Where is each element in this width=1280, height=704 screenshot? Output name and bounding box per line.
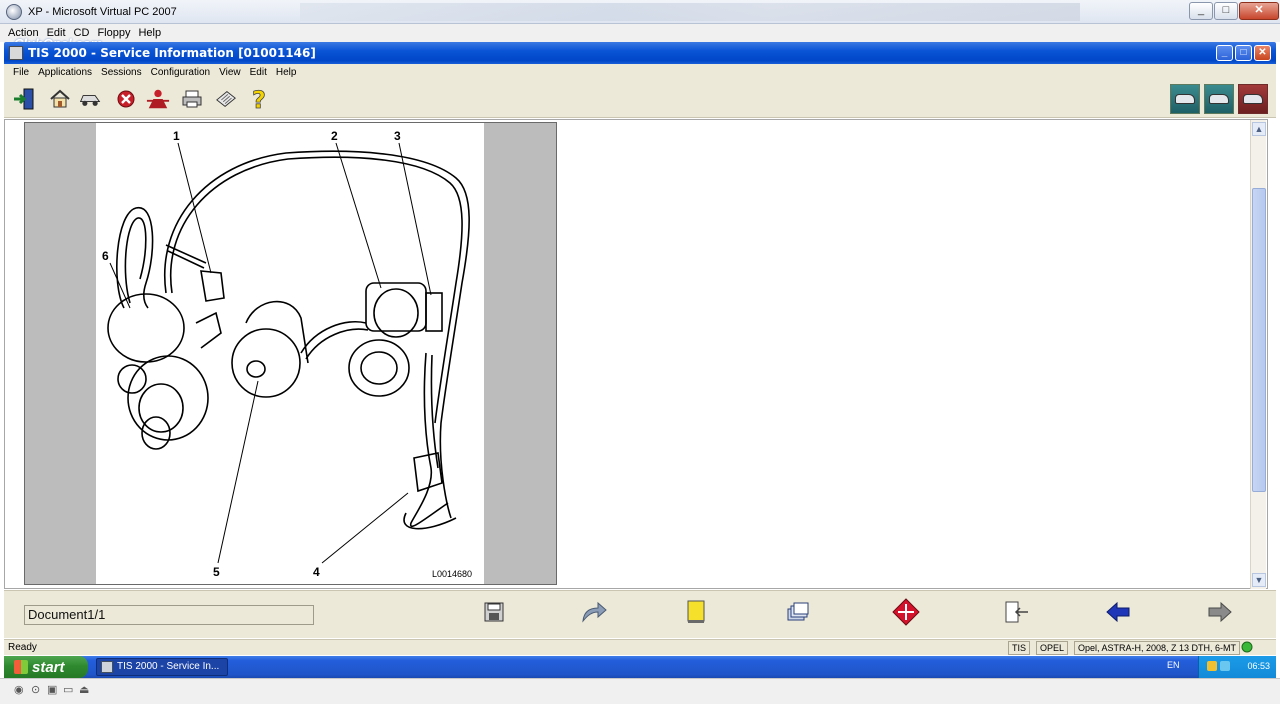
status-vehicle: Opel, ASTRA-H, 2008, Z 13 DTH, 6-MT bbox=[1074, 641, 1241, 655]
print-icon[interactable] bbox=[180, 87, 204, 111]
tis-app-icon bbox=[9, 46, 23, 60]
start-label: start bbox=[32, 658, 65, 676]
menu-view[interactable]: View bbox=[219, 67, 241, 78]
exit-doc-icon bbox=[1002, 598, 1030, 626]
disk-icon[interactable]: ⊙ bbox=[31, 684, 43, 696]
diagram-label-3: 3 bbox=[394, 129, 401, 143]
cd-icon[interactable]: ◉ bbox=[14, 684, 26, 696]
taskbar-item-label: TIS 2000 - Service In... bbox=[117, 661, 220, 672]
tray-network-icon[interactable] bbox=[1207, 661, 1217, 671]
next-button[interactable] bbox=[1190, 598, 1250, 634]
minimize-button[interactable]: _ bbox=[1189, 2, 1213, 20]
person-icon[interactable] bbox=[146, 87, 170, 111]
language-indicator[interactable]: EN bbox=[1167, 660, 1180, 670]
note-icon bbox=[682, 598, 710, 626]
status-bar: Ready TIS OPEL Opel, ASTRA-H, 2008, Z 13… bbox=[4, 639, 1276, 655]
guide-button[interactable] bbox=[876, 598, 936, 634]
clock: 06:53 bbox=[1247, 661, 1270, 671]
diagram-label-5: 5 bbox=[213, 565, 220, 579]
connection-status-icon bbox=[1238, 641, 1256, 655]
status-ready: Ready bbox=[8, 642, 37, 653]
tray-security-icon[interactable] bbox=[1220, 661, 1230, 671]
document-nav-bar: Document1/1 bbox=[4, 590, 1276, 638]
guide-icon bbox=[892, 598, 920, 626]
svg-text:?: ? bbox=[252, 87, 266, 111]
diagram-reference: L0014680 bbox=[432, 569, 472, 579]
tis-title-bar: TIS 2000 - Service Information [01001146… bbox=[4, 42, 1276, 64]
documents-icon bbox=[784, 598, 812, 626]
exit-doc-button[interactable] bbox=[986, 598, 1046, 634]
tis-window-title: TIS 2000 - Service Information [01001146… bbox=[28, 46, 316, 60]
vpc-title-bar: XP - Microsoft Virtual PC 2007 _ □ ✕ bbox=[0, 0, 1280, 24]
note-button[interactable] bbox=[666, 598, 726, 634]
scroll-down-icon[interactable]: ▼ bbox=[1252, 573, 1266, 587]
tis-minimize-button[interactable]: _ bbox=[1216, 45, 1233, 61]
save-icon bbox=[480, 598, 508, 626]
taskbar-item-tis[interactable]: TIS 2000 - Service In... bbox=[96, 658, 228, 676]
menu-edit-tis[interactable]: Edit bbox=[250, 67, 267, 78]
close-button[interactable]: ✕ bbox=[1239, 2, 1279, 20]
documents-button[interactable] bbox=[768, 598, 828, 634]
engine-component-diagram: 1 2 3 4 5 6 L0014680 bbox=[102, 129, 472, 579]
back-button[interactable] bbox=[1088, 598, 1148, 634]
help-icon[interactable]: ? bbox=[248, 87, 272, 111]
network-icon[interactable]: ⏏ bbox=[79, 684, 91, 696]
menu-help-tis[interactable]: Help bbox=[276, 67, 297, 78]
start-button[interactable]: start bbox=[4, 656, 88, 678]
virtual-pc-icon bbox=[6, 3, 22, 20]
vpc-menu-bar: Action Edit CD Floppy Help ClubOpel.com bbox=[0, 24, 1280, 51]
home-icon[interactable] bbox=[48, 87, 72, 111]
next-arrow-icon bbox=[1206, 598, 1234, 626]
vpc-status-bar: ◉ ⊙ ▣ ▭ ⏏ bbox=[0, 678, 1280, 704]
tis-menu-bar: File Applications Sessions Configuration… bbox=[4, 64, 1276, 80]
vehicle-icon[interactable] bbox=[78, 87, 102, 111]
vehicle-info-icon[interactable] bbox=[1204, 84, 1234, 114]
save-button[interactable] bbox=[464, 598, 524, 634]
vertical-scrollbar[interactable]: ▲ ▼ bbox=[1250, 120, 1266, 589]
diagnostics-icon[interactable] bbox=[1238, 84, 1268, 114]
vehicle-selection-icon[interactable] bbox=[1170, 84, 1200, 114]
diagram-paper[interactable]: 1 2 3 4 5 6 L0014680 bbox=[96, 123, 484, 584]
exit-icon[interactable] bbox=[12, 87, 36, 111]
diagram-label-1: 1 bbox=[173, 129, 180, 143]
menu-configuration[interactable]: Configuration bbox=[151, 67, 210, 78]
diagram-label-2: 2 bbox=[331, 129, 338, 143]
taskbar: start TIS 2000 - Service In... EN 06:53 bbox=[4, 656, 1276, 678]
floppy-icon[interactable]: ▣ bbox=[47, 684, 59, 696]
menu-file[interactable]: File bbox=[13, 67, 29, 78]
diagram-label-4: 4 bbox=[313, 565, 320, 579]
diagram-label-6: 6 bbox=[102, 249, 109, 263]
forward-icon bbox=[580, 598, 608, 626]
document-field: Document1/1 bbox=[24, 605, 314, 625]
stop-icon[interactable] bbox=[114, 87, 138, 111]
vpc-title-strip bbox=[300, 3, 1080, 21]
status-brand: OPEL bbox=[1036, 641, 1069, 655]
tis-maximize-button[interactable]: □ bbox=[1235, 45, 1252, 61]
menu-help[interactable]: Help bbox=[138, 27, 161, 39]
tis-app-icon bbox=[101, 661, 113, 673]
windows-logo-icon bbox=[14, 660, 28, 674]
menu-sessions[interactable]: Sessions bbox=[101, 67, 142, 78]
scrollbar-thumb[interactable] bbox=[1252, 188, 1266, 492]
forward-button[interactable] bbox=[564, 598, 624, 634]
maximize-button[interactable]: □ bbox=[1214, 2, 1238, 20]
back-arrow-icon bbox=[1104, 598, 1132, 626]
folder-icon[interactable]: ▭ bbox=[63, 684, 75, 696]
toolbar: ? bbox=[4, 80, 1276, 118]
document-icon[interactable] bbox=[214, 87, 238, 111]
tis-close-button[interactable]: ✕ bbox=[1254, 45, 1271, 61]
menu-floppy[interactable]: Floppy bbox=[97, 27, 130, 39]
system-tray: 06:53 bbox=[1198, 656, 1276, 678]
status-app: TIS bbox=[1008, 641, 1031, 655]
menu-applications[interactable]: Applications bbox=[38, 67, 92, 78]
vpc-window-title: XP - Microsoft Virtual PC 2007 bbox=[28, 5, 177, 18]
scroll-up-icon[interactable]: ▲ bbox=[1252, 122, 1266, 136]
